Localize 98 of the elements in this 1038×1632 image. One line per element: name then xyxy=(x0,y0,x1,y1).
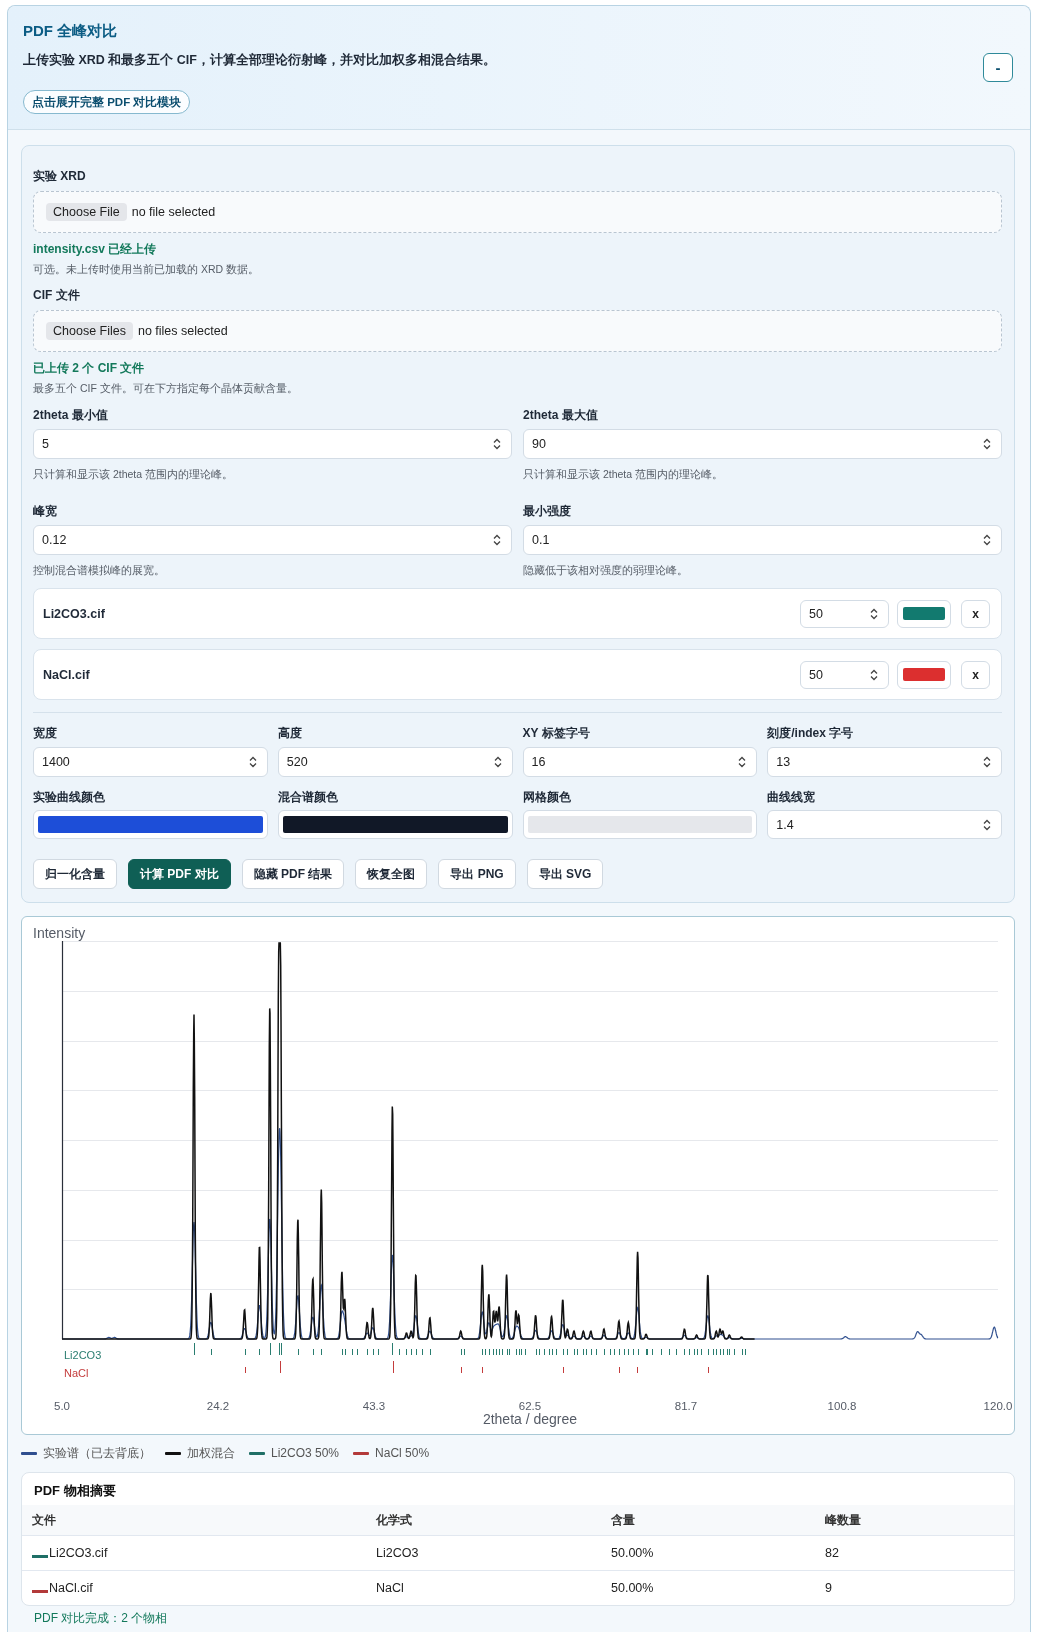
axis-tick-label: 24.2 xyxy=(206,1400,230,1412)
stepper-icon[interactable] xyxy=(870,607,878,620)
legend-label: Li2CO3 50% xyxy=(271,1445,340,1461)
field-label: 混合谱颜色 xyxy=(277,789,339,805)
field-label: 2theta 最小值 xyxy=(33,407,109,423)
column-header: 化学式 xyxy=(376,1511,413,1529)
choose-file-button[interactable]: Choose Files xyxy=(46,322,133,340)
field-label: 最小强度 xyxy=(523,503,572,519)
color-picker[interactable] xyxy=(897,660,951,689)
phase-label: NaCl xyxy=(64,1367,89,1379)
column-header: 文件 xyxy=(32,1511,57,1529)
legend-label: 加权混合 xyxy=(187,1445,235,1461)
table-cell: NaCl.cif xyxy=(49,1581,93,1595)
upload-status-text: 已上传 2 个 CIF 文件 xyxy=(33,360,146,376)
number-field[interactable]: 0.1 xyxy=(523,525,1002,555)
number-field[interactable]: 1.4 xyxy=(767,810,1002,839)
action-button[interactable]: 归一化含量 xyxy=(33,859,117,889)
stepper-icon[interactable] xyxy=(983,438,991,450)
column-header: 峰数量 xyxy=(825,1511,862,1529)
color-picker[interactable] xyxy=(277,810,513,839)
hint-text: 可选。未上传时使用当前已加载的 XRD 数据。 xyxy=(33,262,260,276)
number-field[interactable]: 1400 xyxy=(33,747,268,777)
axis-tick-label: 81.7 xyxy=(674,1400,698,1412)
stepper-icon[interactable] xyxy=(493,756,502,768)
field-label: 宽度 xyxy=(33,725,58,741)
hint-text: 只计算和显示该 2theta 范围内的理论峰。 xyxy=(33,467,235,481)
module-description: 上传实验 XRD 和最多五个 CIF，计算全部理论衍射峰，并对比加权多相混合结果。 xyxy=(23,52,496,69)
remove-button[interactable]: x xyxy=(961,660,990,689)
hint-text: 最多五个 CIF 文件。可在下方指定每个晶体贡献含量。 xyxy=(33,381,299,395)
hint-text: 控制混合谱模拟峰的展宽。 xyxy=(33,563,166,577)
expand-button[interactable]: 点击展开完整 PDF 对比模块 xyxy=(23,90,191,114)
number-field[interactable]: 16 xyxy=(522,747,758,777)
table-cell-text: 82 xyxy=(825,1546,840,1560)
color-picker[interactable] xyxy=(897,599,951,628)
field-label: 高度 xyxy=(277,725,303,741)
field-label: 2theta 最大值 xyxy=(523,407,599,423)
stepper-icon[interactable] xyxy=(983,534,991,546)
file-input-field[interactable]: Choose File no file selected xyxy=(33,191,1002,233)
stepper-icon[interactable] xyxy=(493,438,501,450)
stepper-icon[interactable] xyxy=(248,756,257,768)
field-label: 峰宽 xyxy=(33,503,58,519)
cif-file-name: Li2CO3.cif xyxy=(43,606,105,621)
color-picker[interactable] xyxy=(522,810,758,839)
field-label: 网格颜色 xyxy=(522,789,572,805)
table-cell: Li2CO3.cif xyxy=(49,1546,108,1560)
table-cell-text: 9 xyxy=(825,1581,833,1595)
stepper-icon[interactable] xyxy=(738,756,747,768)
column-header: 含量 xyxy=(611,1511,636,1529)
action-button[interactable]: 导出 SVG xyxy=(526,859,604,889)
cif-file-name: NaCl.cif xyxy=(43,667,90,682)
hint-text: 隐藏低于该相对强度的弱理论峰。 xyxy=(523,563,689,577)
number-field[interactable]: 50 xyxy=(800,599,889,628)
remove-button[interactable]: x xyxy=(961,599,990,628)
legend-label: NaCl 50% xyxy=(375,1445,430,1461)
action-button[interactable]: 导出 PNG xyxy=(438,859,516,889)
action-button[interactable]: 计算 PDF 对比 xyxy=(128,859,231,889)
action-button[interactable]: 恢复全图 xyxy=(355,859,428,889)
file-status-text: no file selected xyxy=(131,205,216,219)
stepper-icon[interactable] xyxy=(983,756,991,768)
axis-tick-label: 120.0 xyxy=(983,1400,1013,1412)
axis-tick-label: 100.8 xyxy=(827,1400,857,1412)
upload-status-text: intensity.csv 已经上传 xyxy=(33,241,158,257)
axis-tick-label: 43.3 xyxy=(362,1400,386,1412)
module-title: PDF 全峰对比 xyxy=(23,21,118,41)
number-field[interactable]: 13 xyxy=(767,747,1002,777)
file-input-field[interactable]: Choose Files no files selected xyxy=(33,310,1002,352)
field-label: 实验曲线颜色 xyxy=(33,789,106,805)
number-field[interactable]: 90 xyxy=(523,429,1002,459)
number-field[interactable]: 50 xyxy=(800,660,889,689)
axis-tick-label: 5.0 xyxy=(54,1400,70,1412)
table-cell-text: Li2CO3 xyxy=(376,1546,420,1560)
axis-tick-label: 62.5 xyxy=(518,1400,542,1412)
phase-label: Li2CO3 xyxy=(64,1349,102,1361)
table-cell-text: NaCl xyxy=(376,1581,405,1595)
axis-title: Intensity xyxy=(33,925,86,941)
file-status-text: no files selected xyxy=(137,324,228,338)
action-button[interactable]: 隐藏 PDF 结果 xyxy=(241,859,345,889)
stepper-icon[interactable] xyxy=(493,534,501,546)
axis-title: 2theta / degree xyxy=(482,1411,578,1427)
choose-file-button[interactable]: Choose File xyxy=(46,203,127,221)
number-field[interactable]: 520 xyxy=(277,747,513,777)
field-label: 实验 XRD xyxy=(33,168,87,184)
field-label: 刻度/index 字号 xyxy=(767,725,855,741)
number-field[interactable]: 0.12 xyxy=(33,525,512,555)
stepper-icon[interactable] xyxy=(870,668,878,681)
number-field[interactable]: 5 xyxy=(33,429,512,459)
status-text: PDF 对比完成：2 个物相 xyxy=(33,1611,169,1625)
table-cell-text: 50.00% xyxy=(611,1581,655,1595)
stepper-icon[interactable] xyxy=(983,818,991,831)
collapse-button[interactable]: - xyxy=(983,53,1013,82)
field-label: 曲线线宽 xyxy=(767,789,817,805)
field-label: CIF 文件 xyxy=(33,287,81,303)
legend-label: 实验谱（已去背底） xyxy=(43,1445,151,1461)
table-cell-text: 50.00% xyxy=(611,1546,655,1560)
summary-title: PDF 物相摘要 xyxy=(33,1482,117,1500)
hint-text: 只计算和显示该 2theta 范围内的理论峰。 xyxy=(523,467,725,481)
field-label: XY 标签字号 xyxy=(522,725,591,741)
color-picker[interactable] xyxy=(33,810,268,839)
